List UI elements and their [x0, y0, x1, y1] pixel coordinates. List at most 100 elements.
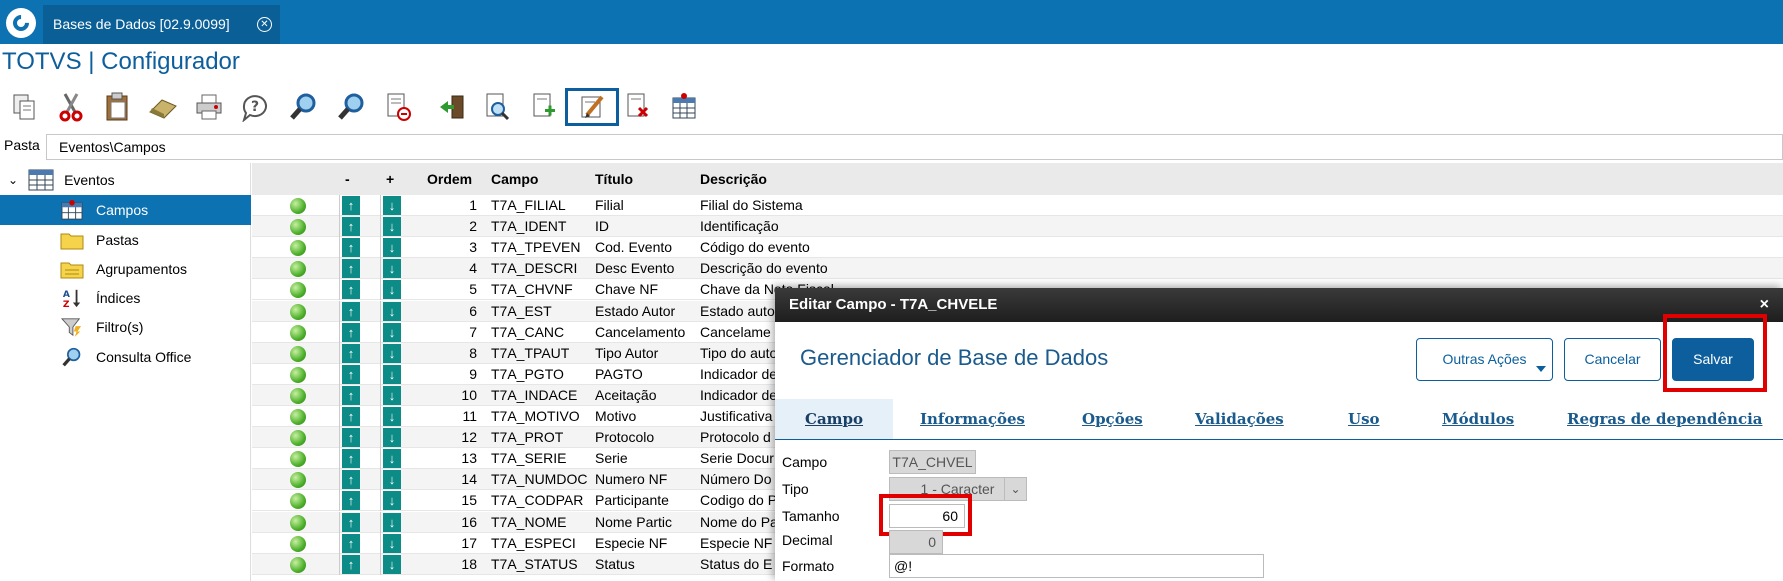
arrow-down-icon[interactable]: ↓ — [383, 491, 401, 511]
arrow-up-icon[interactable]: ↑ — [342, 449, 360, 469]
edit-field-dialog: Editar Campo - T7A_CHVELE × Gerenciador … — [775, 288, 1783, 581]
cell-descricao: Justificativa — [700, 408, 773, 424]
arrow-up-icon[interactable]: ↑ — [342, 280, 360, 300]
remove-field-icon[interactable] — [620, 89, 656, 125]
tab-modulos[interactable]: Módulos — [1442, 399, 1514, 439]
export-icon[interactable] — [434, 89, 470, 125]
table-row[interactable]: ↑ ↓ 3 T7A_TPEVEN Cod. Evento Código do evento — [252, 237, 1783, 259]
path-field[interactable]: Eventos\Campos — [46, 134, 1783, 160]
help-icon[interactable]: ? — [237, 89, 273, 125]
decimal-input: 0 — [889, 530, 943, 554]
arrow-down-icon[interactable]: ↓ — [383, 449, 401, 469]
status-ok-icon — [290, 219, 306, 236]
status-ok-icon — [290, 430, 306, 447]
arrow-up-icon[interactable]: ↑ — [342, 238, 360, 258]
arrow-down-icon[interactable]: ↓ — [383, 512, 401, 532]
arrow-up-icon[interactable]: ↑ — [342, 407, 360, 426]
arrow-down-icon[interactable]: ↓ — [383, 428, 401, 448]
tab-regras[interactable]: Regras de dependência — [1567, 399, 1763, 439]
status-ok-icon — [290, 493, 306, 510]
chevron-down-icon[interactable]: ⌄ — [8, 173, 18, 187]
arrow-down-icon[interactable]: ↓ — [383, 385, 401, 405]
col-header-titulo[interactable]: Título — [595, 171, 633, 187]
cancel-button[interactable]: Cancelar — [1564, 338, 1661, 381]
arrow-down-icon[interactable]: ↓ — [383, 196, 401, 215]
arrow-up-icon[interactable]: ↑ — [342, 470, 360, 490]
arrow-down-icon[interactable]: ↓ — [383, 217, 401, 237]
col-header-plus[interactable]: + — [386, 171, 394, 187]
eraser-icon[interactable] — [145, 89, 181, 125]
chevron-down-icon[interactable]: ⌄ — [1004, 477, 1027, 501]
arrow-up-icon[interactable]: ↑ — [342, 512, 360, 532]
table-row[interactable]: ↑ ↓ 4 T7A_DESCRI Desc Evento Descrição do eve… — [252, 258, 1783, 280]
status-ok-icon — [290, 324, 306, 341]
tree-item-pastas[interactable]: Pastas — [0, 225, 251, 255]
paste-icon[interactable] — [99, 89, 135, 125]
arrow-down-icon[interactable]: ↓ — [383, 238, 401, 258]
tab-campo[interactable]: Campo — [775, 399, 894, 439]
arrow-up-icon[interactable]: ↑ — [342, 491, 360, 511]
arrow-up-icon[interactable]: ↑ — [342, 217, 360, 237]
tree-item-consulta-office[interactable]: Consulta Office — [0, 342, 251, 372]
arrow-up-icon[interactable]: ↑ — [342, 533, 360, 553]
arrow-up-icon[interactable]: ↑ — [342, 364, 360, 384]
copy-icon[interactable] — [6, 89, 42, 125]
formato-input[interactable]: @! — [889, 554, 1264, 578]
close-tab-icon[interactable]: ✕ — [257, 17, 272, 32]
table-row[interactable]: ↑ ↓ 2 T7A_IDENT ID Identificação — [252, 216, 1783, 238]
tree-item-indices[interactable]: AZ Índices — [0, 283, 251, 313]
arrow-up-icon[interactable]: ↑ — [342, 301, 360, 321]
arrow-down-icon[interactable]: ↓ — [383, 343, 401, 363]
arrow-down-icon[interactable]: ↓ — [383, 322, 401, 342]
tree-item-filtros[interactable]: Filtro(s) — [0, 312, 251, 342]
col-header-minus[interactable]: - — [345, 171, 350, 187]
arrow-down-icon[interactable]: ↓ — [383, 259, 401, 279]
column-divider — [380, 237, 381, 259]
cell-titulo: Motivo — [595, 408, 637, 424]
arrow-down-icon[interactable]: ↓ — [383, 554, 401, 574]
app-tab-label: Bases de Dados [02.9.0099] — [53, 16, 230, 32]
status-ok-icon — [290, 345, 306, 362]
arrow-down-icon[interactable]: ↓ — [383, 280, 401, 300]
table-icon[interactable] — [666, 89, 702, 125]
column-divider — [380, 216, 381, 238]
col-header-descricao[interactable]: Descrição — [700, 171, 767, 187]
column-divider — [339, 279, 340, 301]
cell-titulo: Protocolo — [595, 429, 655, 446]
preview-icon[interactable] — [479, 89, 515, 125]
delete-record-icon[interactable] — [380, 89, 416, 125]
cut-icon[interactable] — [53, 89, 89, 125]
arrow-down-icon[interactable]: ↓ — [383, 470, 401, 490]
arrow-up-icon[interactable]: ↑ — [342, 428, 360, 448]
tab-opcoes[interactable]: Opções — [1082, 399, 1143, 439]
col-header-campo[interactable]: Campo — [491, 171, 538, 187]
top-bar: Bases de Dados [02.9.0099] ✕ — [0, 0, 1783, 44]
arrow-up-icon[interactable]: ↑ — [342, 343, 360, 363]
add-field-icon[interactable] — [526, 89, 562, 125]
tree-root-eventos[interactable]: ⌄ Eventos — [8, 167, 115, 193]
search-icon[interactable] — [285, 89, 321, 125]
svg-text:A: A — [63, 290, 70, 300]
tree-item-agrupamentos[interactable]: Agrupamentos — [0, 254, 251, 284]
outras-acoes-button[interactable]: Outras Ações — [1416, 338, 1553, 381]
print-icon[interactable] — [191, 89, 227, 125]
arrow-up-icon[interactable]: ↑ — [342, 322, 360, 342]
edit-field-icon[interactable] — [565, 88, 619, 126]
arrow-up-icon[interactable]: ↑ — [342, 259, 360, 279]
arrow-up-icon[interactable]: ↑ — [342, 196, 360, 215]
tab-informacoes[interactable]: Informações — [920, 399, 1025, 439]
arrow-down-icon[interactable]: ↓ — [383, 407, 401, 426]
table-row[interactable]: ↑ ↓ 1 T7A_FILIAL Filial Filial do Sistema — [252, 195, 1783, 216]
search-next-icon[interactable] — [333, 89, 369, 125]
arrow-down-icon[interactable]: ↓ — [383, 301, 401, 321]
tree-item-campos[interactable]: Campos — [0, 195, 251, 225]
arrow-up-icon[interactable]: ↑ — [342, 385, 360, 405]
col-header-ordem[interactable]: Ordem — [427, 171, 472, 187]
arrow-down-icon[interactable]: ↓ — [383, 533, 401, 553]
tab-validacoes[interactable]: Validações — [1195, 399, 1284, 439]
arrow-up-icon[interactable]: ↑ — [342, 554, 360, 574]
arrow-down-icon[interactable]: ↓ — [383, 364, 401, 384]
app-tab[interactable]: Bases de Dados [02.9.0099] ✕ — [43, 5, 280, 44]
cell-ordem: 10 — [461, 386, 477, 403]
tab-uso[interactable]: Uso — [1348, 399, 1380, 439]
